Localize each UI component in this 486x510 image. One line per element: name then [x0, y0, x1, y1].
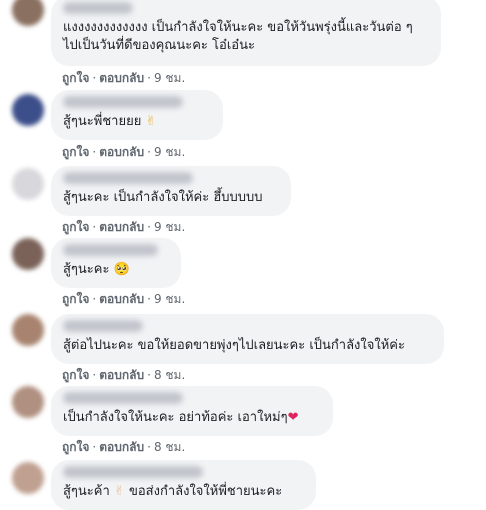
avatar[interactable]	[12, 462, 44, 494]
comment-text-body: สู้ๆนะค้า	[63, 484, 110, 499]
like-link[interactable]: ถูกใจ	[62, 292, 89, 306]
like-link[interactable]: ถูกใจ	[62, 220, 89, 234]
comment-text-body: สู้ๆนะพี่ชายยย	[63, 114, 142, 129]
author-name-blurred[interactable]	[63, 320, 143, 332]
author-name-blurred[interactable]	[63, 244, 158, 256]
comment-text: สู้ๆนะค้า ✌ ขอส่งกำลังใจให้พี่ชายนะคะ	[63, 483, 304, 501]
timestamp[interactable]: 9 ชม.	[154, 145, 185, 159]
comment-actions: ถูกใจ · ตอบกลับ · 8 ชม.	[62, 368, 186, 382]
comment-bubble: สู้ๆนะพี่ชายยย ✌	[51, 90, 223, 140]
comment-bubble: สู้ต่อไปนะคะ ขอให้ยอดขายพุ่งๆไปเลยนะคะ เ…	[51, 314, 444, 364]
victory-hand-icon: ✌	[145, 114, 157, 129]
timestamp[interactable]: 9 ชม.	[154, 71, 185, 85]
avatar[interactable]	[12, 314, 44, 346]
comment-text-body: เป็นกำลังใจให้นะคะ อย่าท้อค่ะ เอาใหม่ๆ	[63, 410, 288, 425]
timestamp[interactable]: 9 ชม.	[154, 292, 185, 306]
like-link[interactable]: ถูกใจ	[62, 71, 89, 85]
comment-bubble: สู้ๆนะค้า ✌ ขอส่งกำลังใจให้พี่ชายนะคะ	[51, 460, 316, 510]
victory-hand-icon: ✌	[113, 484, 125, 499]
comment-text: สู้ต่อไปนะคะ ขอให้ยอดขายพุ่งๆไปเลยนะคะ เ…	[63, 338, 405, 353]
heart-icon: ❤	[287, 410, 299, 425]
author-name-blurred[interactable]	[63, 466, 203, 478]
timestamp[interactable]: 9 ชม.	[154, 220, 185, 234]
comment-text: สู้ๆนะคะ เป็นกำลังใจให้ค่ะ ฮึ้บบบบบ	[63, 190, 263, 205]
pleading-face-icon: 🥺	[113, 262, 130, 277]
comment-text: เป็นกำลังใจให้นะคะ อย่าท้อค่ะ เอาใหม่ๆ❤	[63, 409, 321, 427]
like-link[interactable]: ถูกใจ	[62, 145, 89, 159]
author-name-blurred[interactable]	[63, 2, 133, 14]
comment-actions: ถูกใจ · ตอบกลับ · 8 ชม.	[62, 440, 186, 454]
like-link[interactable]: ถูกใจ	[62, 440, 89, 454]
reply-link[interactable]: ตอบกลับ	[99, 440, 144, 454]
comment-bubble: เป็นกำลังใจให้นะคะ อย่าท้อค่ะ เอาใหม่ๆ❤	[51, 386, 333, 436]
comment-actions: ถูกใจ · ตอบกลับ · 9 ชม.	[62, 145, 186, 159]
avatar[interactable]	[12, 168, 44, 200]
like-link[interactable]: ถูกใจ	[62, 368, 89, 382]
comment-text-continued: ขอส่งกำลังใจให้พี่ชายนะคะ	[128, 484, 283, 499]
comment-text-line: แงงงงงงงงงงงง เป็นกำลังใจให้นะคะ ขอให้วั…	[63, 20, 413, 35]
comment-actions: ถูกใจ · ตอบกลับ · 9 ชม.	[62, 220, 186, 234]
comment-bubble: สู้ๆนะคะ เป็นกำลังใจให้ค่ะ ฮึ้บบบบบ	[51, 166, 291, 216]
avatar[interactable]	[12, 0, 44, 26]
author-name-blurred[interactable]	[63, 392, 183, 404]
comment-actions: ถูกใจ · ตอบกลับ · 9 ชม.	[62, 71, 186, 85]
reply-link[interactable]: ตอบกลับ	[99, 368, 144, 382]
timestamp[interactable]: 8 ชม.	[154, 440, 185, 454]
author-name-blurred[interactable]	[63, 172, 193, 184]
reply-link[interactable]: ตอบกลับ	[99, 71, 144, 85]
comment-bubble: แงงงงงงงงงงงง เป็นกำลังใจให้นะคะ ขอให้วั…	[51, 0, 441, 66]
avatar[interactable]	[12, 386, 44, 418]
comment-actions: ถูกใจ · ตอบกลับ · 9 ชม.	[62, 292, 186, 306]
author-name-blurred[interactable]	[63, 96, 183, 108]
timestamp[interactable]: 8 ชม.	[154, 368, 185, 382]
reply-link[interactable]: ตอบกลับ	[99, 145, 144, 159]
avatar[interactable]	[12, 238, 44, 270]
avatar[interactable]	[12, 94, 44, 126]
comment-text: สู้ๆนะคะ 🥺	[63, 261, 169, 279]
reply-link[interactable]: ตอบกลับ	[99, 220, 144, 234]
comment-text-body: สู้ๆนะคะ	[63, 262, 110, 277]
comment-text-line: ไปเป็นวันที่ดีของคุณนะคะ โอ๋เอ๋นะ	[63, 38, 255, 53]
reply-link[interactable]: ตอบกลับ	[99, 292, 144, 306]
comment-text: สู้ๆนะพี่ชายยย ✌	[63, 113, 211, 131]
comment-bubble: สู้ๆนะคะ 🥺	[51, 238, 181, 288]
